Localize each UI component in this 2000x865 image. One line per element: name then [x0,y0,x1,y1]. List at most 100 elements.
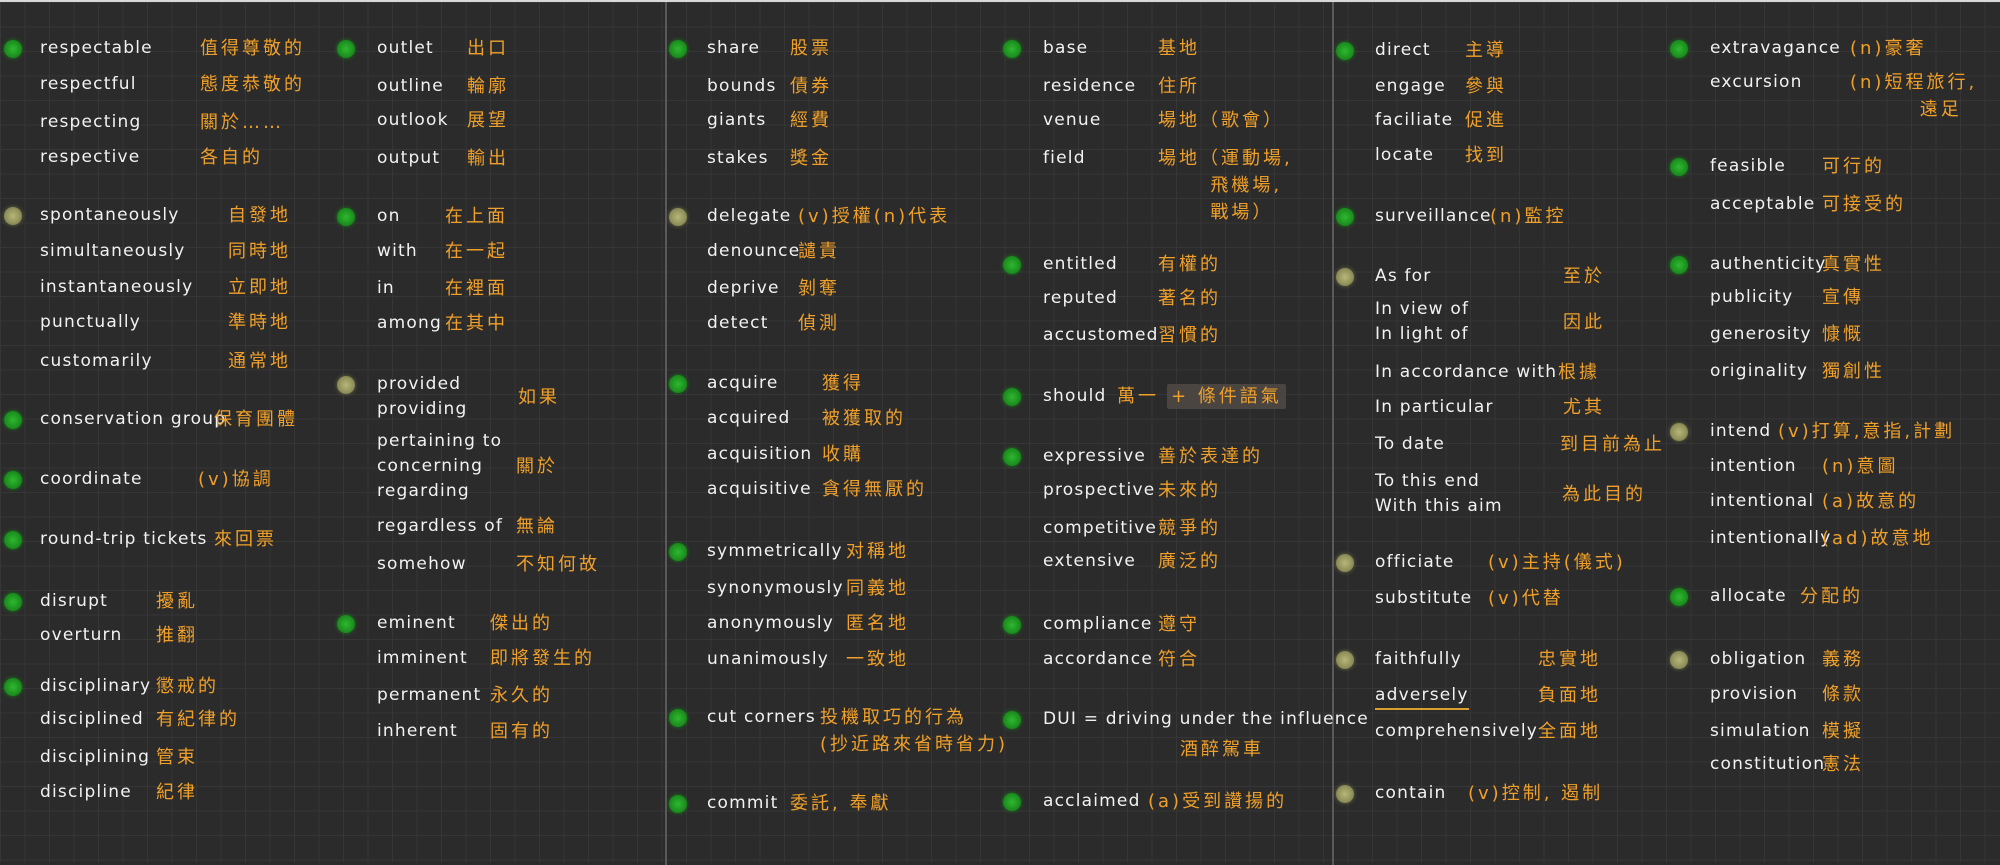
chinese-meaning-text: 獎金 [790,148,832,169]
english-term: residence [1043,76,1137,96]
chinese-meaning: 紀律 [156,779,198,806]
chinese-meaning: 保育團體 [214,406,298,433]
bullet-dot-icon [1336,554,1354,572]
english-term: regardless of [377,516,504,536]
english-term: outlet [377,38,434,58]
chinese-meaning-text: (n)豪奢 [1850,38,1927,59]
bullet-dot-icon [1003,793,1021,811]
chinese-meaning-text: 不知何故 [516,554,600,575]
chinese-meaning-text: 管束 [156,747,198,768]
english-term: provision [1710,684,1799,704]
chinese-meaning-text: 慷慨 [1822,324,1864,345]
bullet-dot-icon [669,795,687,813]
chinese-meaning: 真實性 [1822,251,1885,278]
english-term: round-trip tickets [40,529,208,549]
chinese-meaning: 來回票 [214,526,277,553]
chinese-meaning-text: 關於…… [200,112,284,133]
bullet-dot-icon [1003,616,1021,634]
chinese-meaning: 推翻 [156,622,198,649]
chinese-meaning-text: 懲戒的 [156,676,219,697]
english-term: respectable [40,38,153,58]
english-term: unanimously [707,649,830,669]
chinese-meaning: 憲法 [1822,751,1864,778]
english-term: discipline [40,782,132,802]
chinese-meaning: 自發地 [228,202,291,229]
chinese-meaning: 廣泛的 [1158,548,1221,575]
english-term: excursion [1710,72,1803,92]
chinese-meaning: 永久的 [490,682,553,709]
chinese-meaning-text: 值得尊敬的 [200,38,305,59]
chinese-meaning-text: 獲得 [822,373,864,394]
chinese-meaning: 獨創性 [1822,358,1885,385]
chinese-meaning-text: 參與 [1465,76,1507,97]
bullet-dot-icon [4,207,22,225]
chinese-meaning: 慷慨 [1822,321,1864,348]
english-term: intentional [1710,491,1815,511]
bullet-dot-icon [1003,40,1021,58]
chinese-meaning: 態度恭敬的 [200,71,305,98]
english-term: officiate [1375,552,1455,572]
chinese-meaning-text: 固有的 [490,721,553,742]
english-term: acquisition [707,444,813,464]
chinese-meaning-text: 在裡面 [445,278,508,299]
chinese-meaning-text: 符合 [1158,649,1200,670]
bullet-dot-icon [337,615,355,633]
english-term: spontaneously [40,205,180,225]
english-term: In view of In light of [1375,299,1470,344]
page-divider [1332,2,1334,865]
chinese-meaning-text: 至於 [1563,266,1605,287]
chinese-meaning-text: 通常地 [228,351,291,372]
bullet-dot-icon [1670,423,1688,441]
english-term: feasible [1710,156,1787,176]
english-term: commit [707,793,779,813]
chinese-meaning: 無論 [516,513,558,540]
chinese-meaning: 競爭的 [1158,515,1221,542]
english-term: coordinate [40,469,143,489]
english-term: contain [1375,783,1447,803]
english-term: pertaining to concerning regarding [377,431,503,501]
chinese-meaning-text: 委託, 奉獻 [790,793,892,814]
english-term: publicity [1710,287,1794,307]
english-term: acquired [707,408,791,428]
chinese-meaning-text: 貪得無厭的 [822,479,927,500]
english-term: cut corners [707,707,816,727]
chinese-meaning: 輸出 [467,145,509,172]
chinese-meaning-text: 場地（歌會） [1158,110,1284,131]
chinese-meaning-text: 立即地 [228,277,291,298]
bullet-dot-icon [4,471,22,489]
chinese-meaning: 在上面 [445,203,508,230]
chinese-meaning: 尤其 [1563,394,1605,421]
chinese-meaning: 住所 [1158,73,1200,100]
english-term: To this end With this aim [1375,471,1503,516]
english-term: in [377,278,395,298]
chinese-meaning-text: 住所 [1158,76,1200,97]
chinese-meaning-text: 廣泛的 [1158,551,1221,572]
english-term: eminent [377,613,456,633]
chinese-meaning-text: 態度恭敬的 [200,74,305,95]
chinese-meaning: (v)協調 [198,466,274,493]
chinese-meaning-text: 各自的 [200,147,263,168]
chinese-meaning: 忠實地 [1538,646,1601,673]
chinese-meaning: 習慣的 [1158,322,1221,349]
chinese-meaning-text: 一致地 [846,649,909,670]
english-term: simulation [1710,721,1811,741]
chinese-meaning: 債券 [790,73,832,100]
chinese-meaning-text: 出口 [467,38,509,59]
chinese-meaning: 獲得 [822,370,864,397]
chinese-meaning: 主導 [1465,37,1507,64]
english-term: stakes [707,148,769,168]
chinese-meaning: 至於 [1563,263,1605,290]
english-term: faciliate [1375,110,1454,130]
chinese-meaning-text: 根據 [1558,362,1600,383]
chinese-meaning: 同義地 [846,575,909,602]
english-term: base [1043,38,1089,58]
chinese-meaning-text: 獨創性 [1822,361,1885,382]
chinese-meaning-text: 有紀律的 [156,709,240,730]
chinese-meaning: 遵守 [1158,611,1200,638]
chinese-meaning-text: (v)主持(儀式) [1488,552,1626,573]
chinese-meaning: 場地（歌會） [1158,107,1284,134]
bullet-dot-icon [4,411,22,429]
chinese-meaning: (v)代替 [1488,585,1564,612]
english-term: To date [1375,434,1446,454]
english-term: direct [1375,40,1431,60]
